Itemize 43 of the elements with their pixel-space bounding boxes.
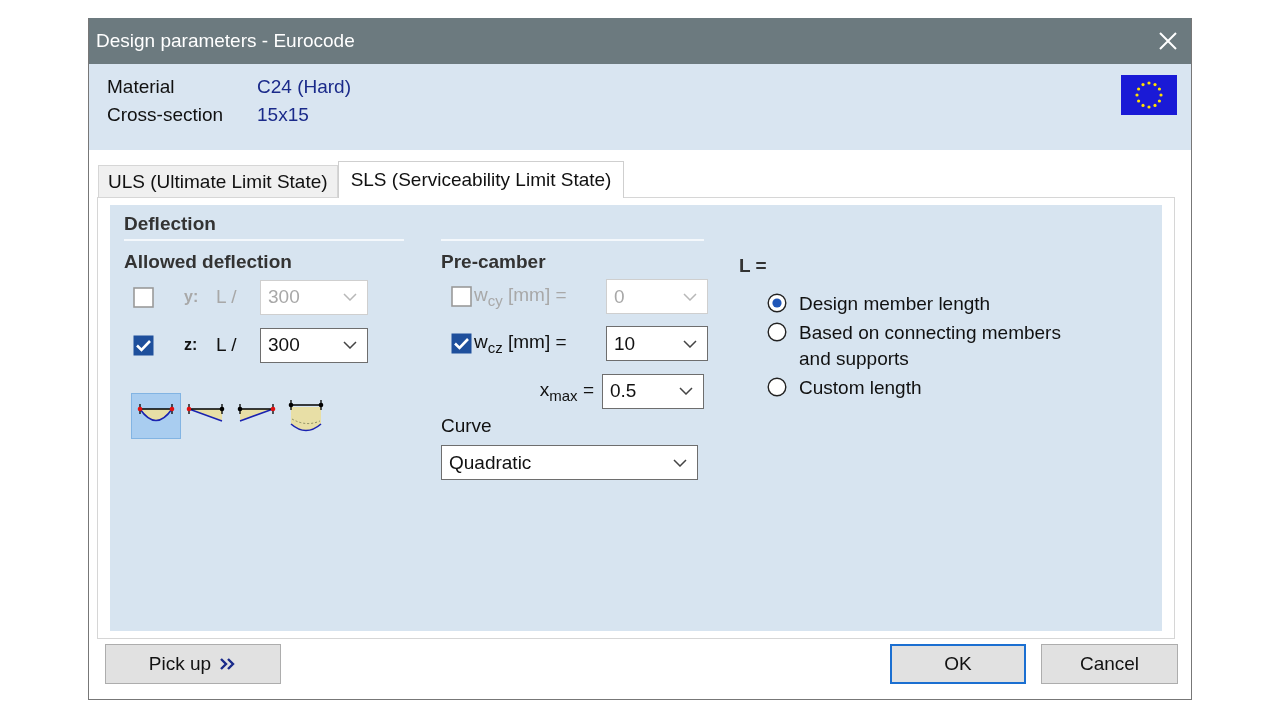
checkbox[interactable] [133,334,154,356]
chevron-down-icon [683,292,697,301]
dropdown-field[interactable]: 300 [260,327,368,363]
ok-button[interactable]: OK [890,644,1026,684]
section-title: Deflection [124,213,217,235]
chevron-down-icon [679,387,693,395]
close-icon[interactable] [1159,32,1177,50]
dropdown-field[interactable]: 0.5 [602,373,704,409]
chevron-down-icon [673,458,687,467]
chevron-down-icon [343,341,357,349]
field-value: 15x15 [257,104,310,126]
field-value: C24 (Hard) [257,76,351,98]
field-label: Curve [441,415,493,437]
radio-button[interactable] [767,293,787,313]
tab[interactable]: SLS (Serviceability Limit State) [337,161,625,198]
field-label: L / [216,334,238,356]
field-label: w$_{cy}$ [mm] = [473,284,568,309]
dialog-button[interactable]: Cancel [1041,644,1178,684]
group-title: L = [739,255,768,277]
dropdown-field[interactable]: 10 [606,326,708,361]
option-label: Custom length [799,376,923,400]
field-label: Cross-section [107,104,225,126]
radio-button[interactable] [767,377,787,397]
window-title: Design parameters - Eurocode [96,30,355,52]
dropdown-field[interactable]: Quadratic [441,445,698,480]
chevron-down-icon [343,293,357,301]
field-label: w$_{cz}$ [mm] = [473,331,568,356]
field-label: L / [216,286,238,308]
flag-icon [1121,75,1177,115]
pick-up-button[interactable]: Pick up [105,644,281,684]
radio-button[interactable] [767,322,787,342]
field-label: x$_{max}$ = [538,378,594,404]
tab[interactable]: ULS (Ultimate Limit State) [98,165,338,197]
axis-label: y: [184,288,200,306]
axis-label: z: [184,336,199,354]
field-label: Material [107,76,176,98]
option-label: Design member length [799,292,992,316]
group-title: Allowed deflection [124,251,293,273]
checkbox[interactable] [451,333,472,354]
shape-button[interactable] [131,393,181,439]
option-label: Based on connecting members and supports [799,321,1062,371]
group-title: Pre-camber [441,251,547,273]
chevron-down-icon [683,339,697,348]
